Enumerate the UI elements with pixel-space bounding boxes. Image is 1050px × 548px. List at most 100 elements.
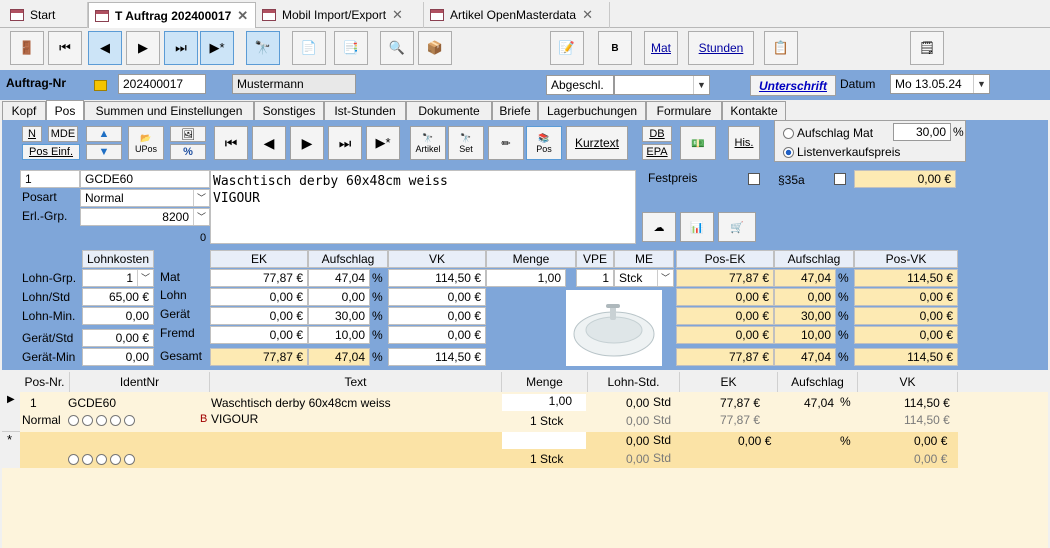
- chevron-down-icon[interactable]: ▼: [693, 76, 709, 94]
- geraet-aufschlag[interactable]: 30,00: [308, 307, 370, 325]
- last-record-button[interactable]: ⏭: [164, 31, 198, 65]
- search-button[interactable]: 🔭: [246, 31, 280, 65]
- geraet-ek[interactable]: 0,00 €: [210, 307, 308, 325]
- radio-icon[interactable]: [124, 415, 135, 427]
- tab-ist-stunden[interactable]: Ist-Stunden: [324, 101, 406, 120]
- tab-pos[interactable]: Pos: [46, 100, 84, 120]
- n-button[interactable]: N: [22, 126, 42, 142]
- listenverkaufspreis-option[interactable]: Listenverkaufspreis: [783, 145, 900, 159]
- chevron-down-icon[interactable]: ﹀: [657, 270, 673, 286]
- aufschlag-mat-option[interactable]: Aufschlag Mat: [783, 126, 873, 140]
- festpreis-checkbox[interactable]: [748, 173, 760, 185]
- prev-record-button[interactable]: ◀: [88, 31, 122, 65]
- vpe-field[interactable]: 1: [576, 269, 614, 287]
- ident-field[interactable]: GCDE60: [80, 170, 210, 188]
- move-up-button[interactable]: ▲: [86, 126, 122, 142]
- artikel-button[interactable]: 🔭 Artikel: [410, 126, 446, 160]
- tab-sonstiges[interactable]: Sonstiges: [254, 101, 324, 120]
- pos-button[interactable]: 📚 Pos: [526, 126, 562, 160]
- epa-button[interactable]: EPA: [642, 144, 672, 160]
- percent-button[interactable]: %: [170, 144, 206, 160]
- pos-last-button[interactable]: ⏭: [328, 126, 362, 160]
- pos-nr-field[interactable]: 1: [20, 170, 80, 188]
- radio-icon[interactable]: [110, 454, 121, 466]
- pos-new-button[interactable]: ▶*: [366, 126, 400, 160]
- checklist-button[interactable]: 📋: [764, 31, 798, 65]
- tab-kontakte[interactable]: Kontakte: [722, 101, 786, 120]
- pencil-button[interactable]: ✏: [488, 126, 524, 160]
- pos-first-button[interactable]: ⏮: [214, 126, 248, 160]
- chevron-down-icon[interactable]: ▼: [973, 75, 989, 93]
- folder-icon[interactable]: [94, 80, 107, 91]
- radio-icon[interactable]: [110, 415, 121, 427]
- geraet-min-field[interactable]: 0,00: [82, 348, 154, 366]
- radio-icon[interactable]: [124, 454, 135, 466]
- tab-artikel-openmasterdata[interactable]: Artikel OpenMasterdata ✕: [424, 2, 610, 28]
- menge-field[interactable]: 1,00: [486, 269, 566, 287]
- money-button[interactable]: 💵: [680, 126, 716, 160]
- datum-field[interactable]: Mo 13.05.24 ▼: [890, 74, 990, 94]
- export-button[interactable]: 📄: [292, 31, 326, 65]
- tab-dokumente[interactable]: Dokumente: [406, 101, 492, 120]
- row-selector[interactable]: ▶: [2, 392, 20, 432]
- radio-icon[interactable]: [783, 128, 794, 140]
- edit-button[interactable]: 📝: [550, 31, 584, 65]
- auftrag-nr-field[interactable]: 202400017: [118, 74, 206, 94]
- new-record-button[interactable]: ▶*: [200, 31, 234, 65]
- lohn-ek[interactable]: 0,00 €: [210, 288, 308, 306]
- tab-formulare[interactable]: Formulare: [646, 101, 722, 120]
- close-icon[interactable]: ✕: [392, 7, 403, 23]
- p35a-checkbox[interactable]: [834, 173, 846, 185]
- me-select[interactable]: Stck ﹀: [614, 269, 674, 287]
- first-record-button[interactable]: ⏮: [48, 31, 82, 65]
- tab-auftrag[interactable]: T Auftrag 202400017 ✕: [88, 2, 256, 28]
- lohn-aufschlag[interactable]: 0,00: [308, 288, 370, 306]
- mat-vk[interactable]: 114,50 €: [388, 269, 486, 287]
- chevron-down-icon[interactable]: ﹀: [193, 209, 209, 225]
- tab-mobil-import[interactable]: Mobil Import/Export ✕: [256, 2, 424, 28]
- chevron-down-icon[interactable]: ﹀: [137, 270, 153, 286]
- tab-briefe[interactable]: Briefe: [492, 101, 538, 120]
- close-icon[interactable]: ✕: [237, 8, 248, 24]
- archive-button[interactable]: 📦: [418, 31, 452, 65]
- new-row-selector[interactable]: *: [2, 432, 20, 468]
- chevron-down-icon[interactable]: ﹀: [193, 190, 209, 206]
- set-button[interactable]: 🔭 Set: [448, 126, 484, 160]
- db-button[interactable]: DB: [642, 126, 672, 142]
- energy-button[interactable]: 📊: [680, 212, 714, 242]
- unterschrift-button[interactable]: Unterschrift: [750, 75, 836, 96]
- radio-icon[interactable]: [96, 415, 107, 427]
- text-field[interactable]: Waschtisch derby 60x48cm weiss VIGOUR: [210, 170, 636, 244]
- fremd-ek[interactable]: 0,00 €: [210, 326, 308, 344]
- grid-menge[interactable]: 1,00: [502, 394, 586, 411]
- tab-summen[interactable]: Summen und Einstellungen: [84, 101, 254, 120]
- mat-ek[interactable]: 77,87 €: [210, 269, 308, 287]
- next-record-button[interactable]: ▶: [126, 31, 160, 65]
- lohn-vk[interactable]: 0,00 €: [388, 288, 486, 306]
- aufschlag-mat-field[interactable]: 30,00: [893, 123, 951, 141]
- mat-button[interactable]: Mat: [644, 31, 678, 65]
- p35a-value[interactable]: 0,00 €: [854, 170, 956, 188]
- lohn-std-field[interactable]: 65,00 €: [82, 288, 154, 306]
- lohn-min-field[interactable]: 0,00: [82, 307, 154, 325]
- upos-button[interactable]: 📂 UPos: [128, 126, 164, 160]
- tab-start[interactable]: Start: [4, 2, 88, 28]
- image-button[interactable]: 🖼: [170, 126, 206, 142]
- geraet-vk[interactable]: 0,00 €: [388, 307, 486, 325]
- radio-icon[interactable]: [96, 454, 107, 466]
- pos-prev-button[interactable]: ◀: [252, 126, 286, 160]
- pos-next-button[interactable]: ▶: [290, 126, 324, 160]
- cart-button[interactable]: 🛒: [718, 212, 756, 242]
- tab-kopf[interactable]: Kopf: [2, 101, 46, 120]
- fremd-vk[interactable]: 0,00 €: [388, 326, 486, 344]
- b-button[interactable]: B: [598, 31, 632, 65]
- radio-icon[interactable]: [82, 454, 93, 466]
- radio-icon[interactable]: [68, 454, 79, 466]
- preview-button[interactable]: 🔍: [380, 31, 414, 65]
- pos-einf-button[interactable]: Pos Einf.: [22, 144, 80, 160]
- erl-grp-select[interactable]: 8200 ﹀: [80, 208, 210, 226]
- note-button[interactable]: 🗒: [910, 31, 944, 65]
- tab-lagerbuchungen[interactable]: Lagerbuchungen: [538, 101, 646, 120]
- exit-button[interactable]: 🚪: [10, 31, 44, 65]
- radio-icon[interactable]: [68, 415, 79, 427]
